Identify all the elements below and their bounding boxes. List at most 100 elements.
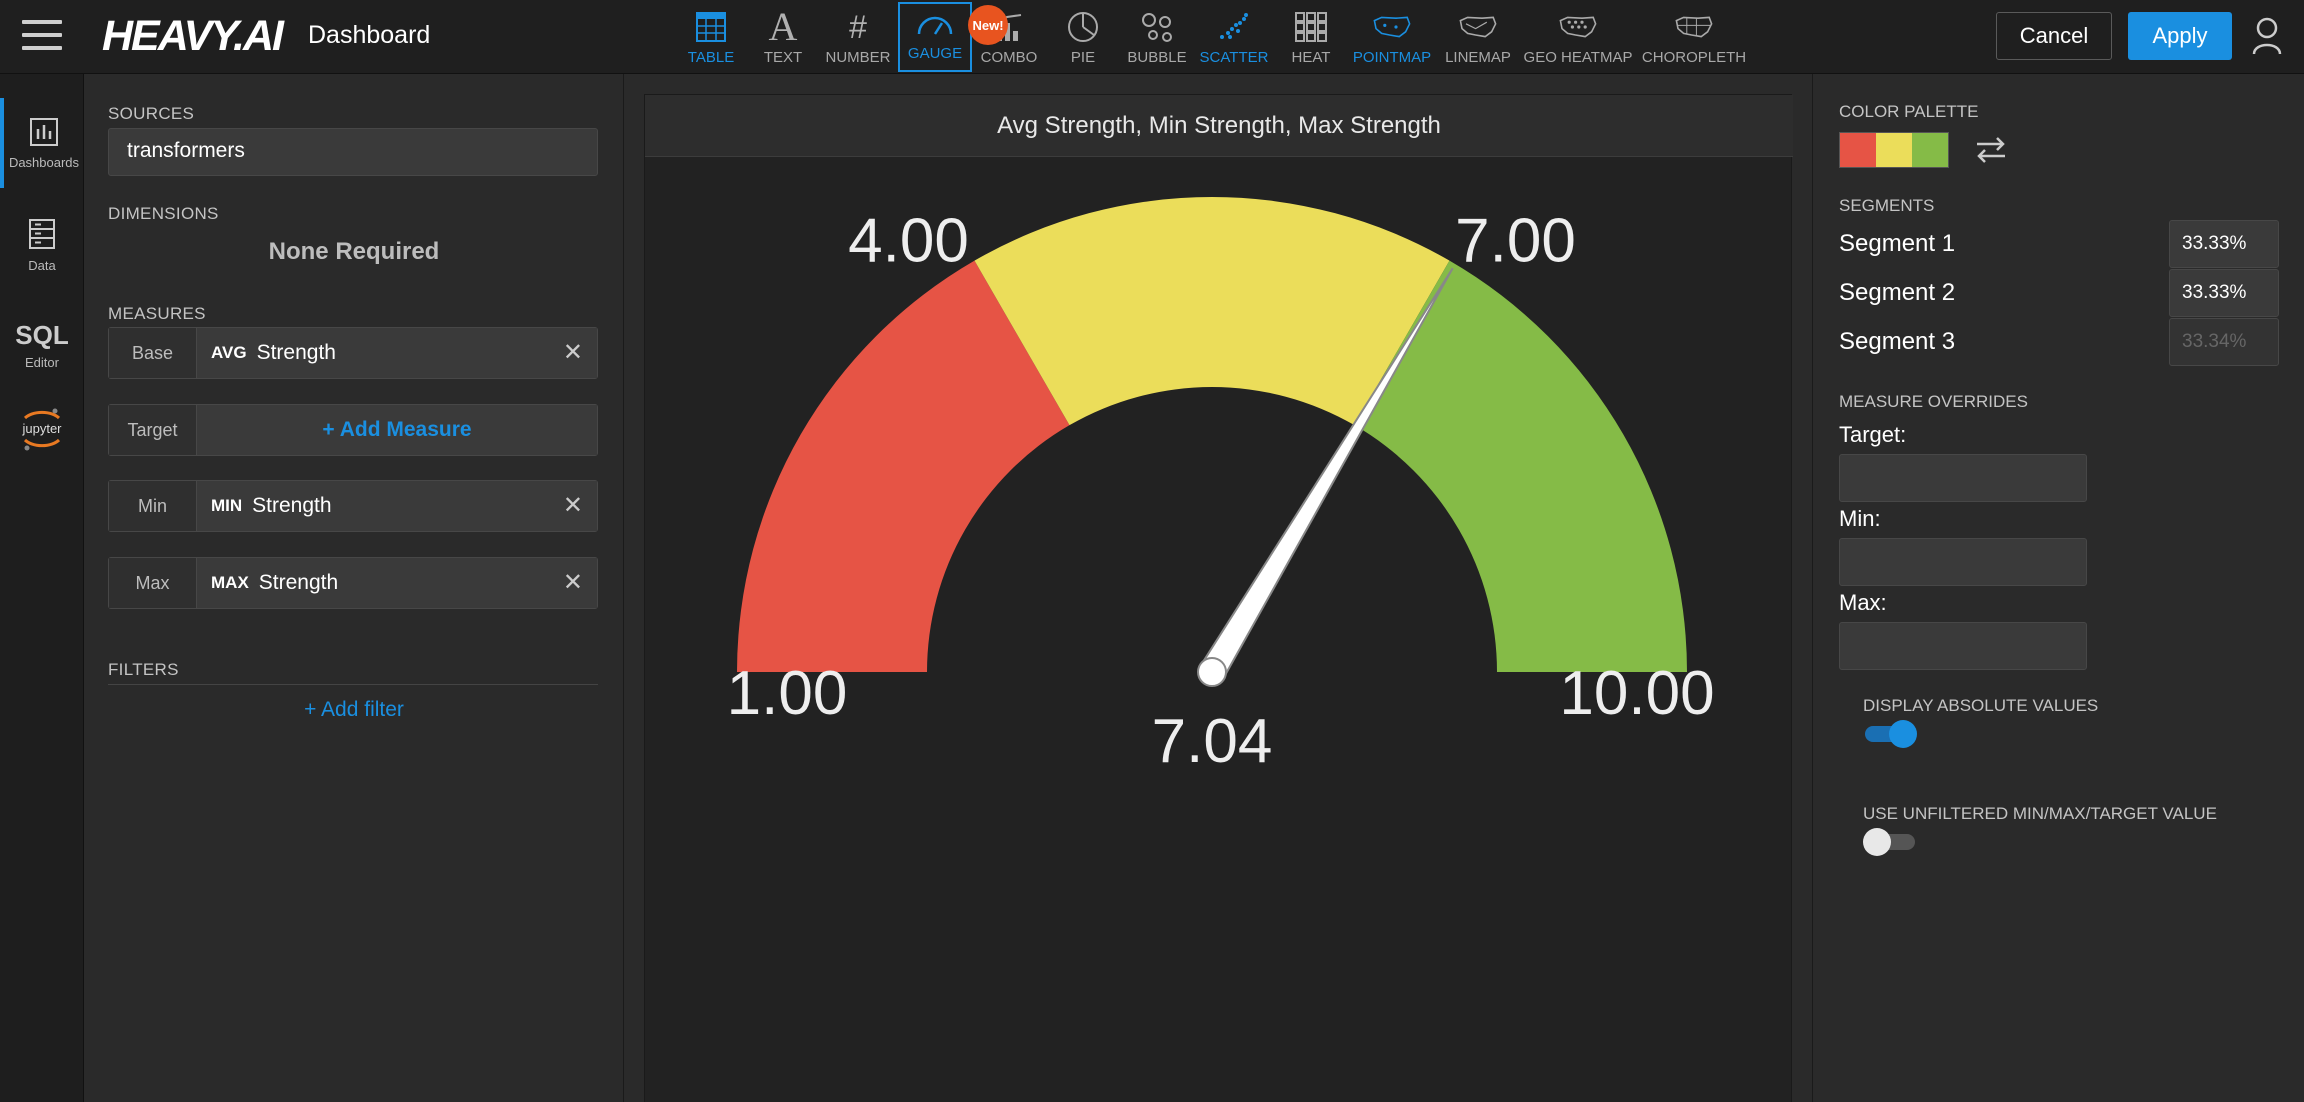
chart-type-linemap[interactable]: LINEMAP: [1436, 0, 1520, 74]
gauge-icon: [915, 5, 955, 41]
nav-dashboards[interactable]: Dashboards: [0, 98, 84, 188]
gauge-threshold-label: 7.00: [1455, 207, 1576, 276]
add-filter-button[interactable]: + Add filter: [84, 698, 624, 722]
add-measure-button[interactable]: + Add Measure: [197, 405, 597, 455]
measure-role: Min: [109, 481, 197, 531]
max-override-label: Max:: [1839, 590, 1887, 615]
min-override-input[interactable]: [1839, 538, 2087, 586]
nav-sql-editor[interactable]: SQL Editor: [0, 300, 84, 390]
segment-3-input: [2169, 318, 2279, 366]
chart-type-label: NUMBER: [825, 49, 891, 66]
chart-type-scatter[interactable]: SCATTER: [1194, 0, 1274, 74]
bubble-icon: [1137, 9, 1177, 45]
measure-field[interactable]: MIN Strength ✕: [197, 481, 597, 531]
chart-type-label: PIE: [1070, 49, 1096, 66]
use-unfiltered-toggle[interactable]: [1863, 826, 1919, 858]
chart-type-label: CHOROPLETH: [1641, 49, 1747, 66]
chart-type-label: SCATTER: [1199, 49, 1269, 66]
measures-label: MEASURES: [108, 304, 206, 323]
nav-data[interactable]: Data: [0, 200, 84, 290]
filters-divider: [108, 684, 598, 685]
sources-label: SOURCES: [108, 104, 195, 123]
chart-type-label: TABLE: [687, 49, 735, 66]
segment-1-input[interactable]: [2169, 220, 2279, 268]
scatter-icon: [1214, 9, 1254, 45]
nav-jupyter[interactable]: jupyter: [0, 384, 84, 474]
measure-role: Target: [109, 405, 197, 455]
chart-type-label: BUBBLE: [1127, 49, 1187, 66]
remove-measure-icon[interactable]: ✕: [563, 568, 583, 597]
chart-type-label: GEO HEATMAP: [1523, 49, 1633, 66]
measure-field-name: Strength: [258, 571, 339, 594]
measure-field[interactable]: AVG Strength ✕: [197, 328, 597, 378]
measure-agg: AVG: [211, 343, 247, 362]
text-icon: A: [768, 4, 798, 49]
measure-role: Base: [109, 328, 197, 378]
measure-max[interactable]: Max MAX Strength ✕: [108, 557, 598, 609]
pointmap-icon: [1372, 9, 1412, 45]
app-title: Dashboard: [308, 21, 431, 49]
chart-type-label: TEXT: [763, 49, 803, 66]
display-absolute-values-label: DISPLAY ABSOLUTE VALUES: [1863, 696, 2099, 715]
chart-card: Avg Strength, Min Strength, Max Strength…: [644, 94, 1793, 1102]
min-override-label: Min:: [1839, 506, 1881, 531]
color-palette-picker[interactable]: [1839, 132, 1949, 168]
target-override-input[interactable]: [1839, 454, 2087, 502]
max-override-input[interactable]: [1839, 622, 2087, 670]
measure-min[interactable]: Min MIN Strength ✕: [108, 480, 598, 532]
palette-swatch: [1876, 133, 1912, 167]
swap-palette-icon[interactable]: [1973, 134, 2009, 166]
chart-type-label: LINEMAP: [1445, 49, 1511, 66]
chart-type-table[interactable]: TABLE: [674, 0, 748, 74]
display-absolute-values-toggle[interactable]: [1863, 718, 1919, 750]
palette-swatch: [1912, 133, 1948, 167]
chart-type-pie[interactable]: PIE: [1046, 0, 1120, 74]
measure-base[interactable]: Base AVG Strength ✕: [108, 327, 598, 379]
chart-type-label: GAUGE: [907, 45, 963, 62]
chart-type-heat[interactable]: HEAT: [1274, 0, 1348, 74]
user-icon[interactable]: [2252, 16, 2282, 56]
measure-field-name: Strength: [256, 341, 336, 364]
chart-type-label: COMBO: [980, 49, 1038, 66]
filters-label: FILTERS: [108, 660, 179, 679]
use-unfiltered-label: USE UNFILTERED MIN/MAX/TARGET VALUE: [1863, 804, 2217, 823]
nav-editor-label: Editor: [25, 355, 59, 370]
source-select[interactable]: transformers: [108, 128, 598, 176]
chart-type-text[interactable]: A TEXT: [748, 0, 818, 74]
chart-type-bubble[interactable]: BUBBLE: [1120, 0, 1194, 74]
chart-type-pointmap[interactable]: POINTMAP: [1348, 0, 1436, 74]
hamburger-menu-icon[interactable]: [22, 20, 62, 52]
chart-type-geo-heatmap[interactable]: GEO HEATMAP: [1520, 0, 1636, 74]
remove-measure-icon[interactable]: ✕: [563, 338, 583, 367]
geo-heatmap-icon: [1558, 9, 1598, 45]
chart-type-bar: TABLE A TEXT # NUMBER GAUGE COMBO PIE BU…: [674, 0, 1752, 74]
heat-icon: [1291, 9, 1331, 45]
gauge-needle-hub: [1197, 657, 1227, 687]
top-bar: HEAVY.AI Dashboard TABLE A TEXT # NUMBER…: [0, 0, 2304, 74]
cancel-button[interactable]: Cancel: [1996, 12, 2112, 60]
apply-button[interactable]: Apply: [2128, 12, 2232, 60]
measure-target[interactable]: Target + Add Measure: [108, 404, 598, 456]
chart-type-gauge[interactable]: GAUGE: [898, 2, 972, 72]
measure-field[interactable]: MAX Strength ✕: [197, 558, 597, 608]
gauge-min-label: 1.00: [727, 659, 848, 728]
nav-data-label: Data: [28, 257, 56, 273]
chart-type-choropleth[interactable]: CHOROPLETH: [1636, 0, 1752, 74]
segment-2-input[interactable]: [2169, 269, 2279, 317]
measure-overrides-label: MEASURE OVERRIDES: [1839, 392, 2028, 411]
choropleth-icon: [1674, 9, 1714, 45]
dimensions-label: DIMENSIONS: [108, 204, 219, 223]
measure-agg: MAX: [211, 573, 249, 592]
target-override-label: Target:: [1839, 422, 1907, 447]
dashboards-icon: [30, 117, 58, 146]
remove-measure-icon[interactable]: ✕: [563, 491, 583, 520]
gauge-threshold-label: 4.00: [848, 207, 969, 276]
palette-swatch: [1840, 133, 1876, 167]
logo: HEAVY.AI: [102, 12, 284, 60]
segments-label: SEGMENTS: [1839, 196, 1935, 215]
data-icon: [29, 218, 55, 249]
measure-field-name: Strength: [252, 494, 332, 517]
chart-type-label: HEAT: [1291, 49, 1331, 66]
config-panel: SOURCES transformers DIMENSIONS None Req…: [84, 74, 624, 1102]
chart-type-number[interactable]: # NUMBER: [818, 0, 898, 74]
